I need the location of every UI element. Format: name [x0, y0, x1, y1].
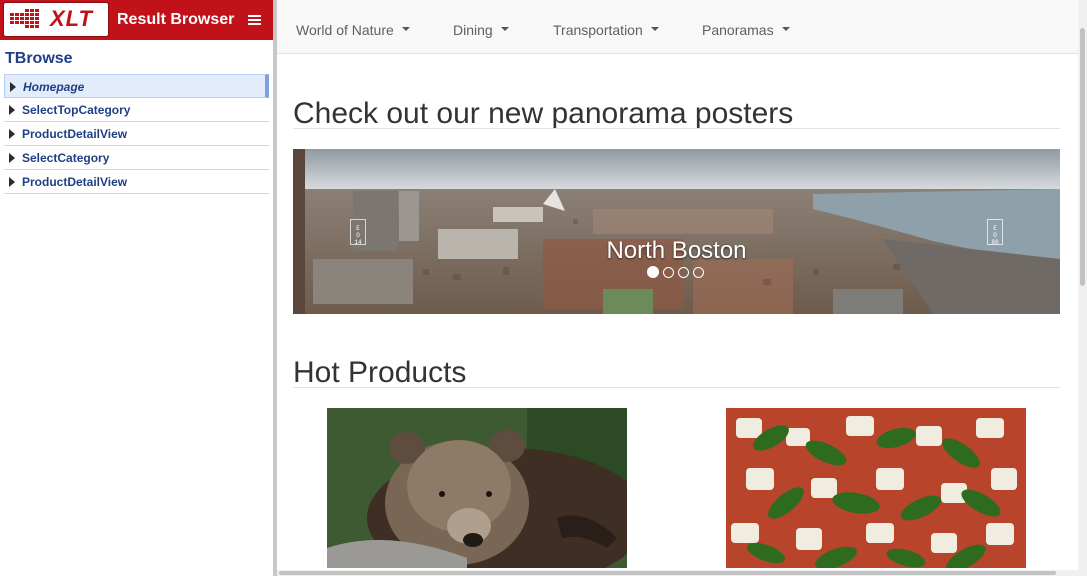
- caprese-salad-photo: [726, 408, 1026, 568]
- carousel-indicator-2[interactable]: [663, 267, 674, 278]
- tree-item-label: SelectCategory: [22, 151, 110, 165]
- vertical-scroll-thumb[interactable]: [1080, 28, 1085, 286]
- xlt-logo: XLT: [4, 3, 108, 36]
- tree-item-label: ProductDetailView: [22, 127, 128, 141]
- hamburger-menu-button[interactable]: [244, 9, 266, 31]
- tree-item-product-detail-view-2[interactable]: ProductDetailView: [4, 170, 269, 194]
- tree-item-homepage[interactable]: Homepage: [4, 74, 269, 98]
- panorama-heading: Check out our new panorama posters: [293, 97, 794, 130]
- page-preview: World of Nature Dining Transportation Pa…: [277, 0, 1087, 576]
- logo-text: XLT: [50, 6, 93, 31]
- expand-caret-icon[interactable]: [10, 82, 16, 92]
- heading-divider: [293, 128, 1060, 129]
- heading-divider: [293, 387, 1060, 388]
- tree-item-select-category[interactable]: SelectCategory: [4, 146, 269, 170]
- nav-label: Dining: [453, 22, 493, 38]
- expand-caret-icon[interactable]: [9, 105, 15, 115]
- action-tree: Homepage SelectTopCategory ProductDetail…: [4, 74, 269, 194]
- result-browser-sidebar: XLT Result Browser TBrowse Homepage Sele…: [0, 0, 274, 576]
- grizzly-bear-photo: [327, 408, 627, 568]
- hot-products-heading: Hot Products: [293, 356, 467, 389]
- expand-caret-icon[interactable]: [9, 129, 15, 139]
- vertical-scrollbar[interactable]: [1078, 0, 1087, 576]
- tree-item-label: SelectTopCategory: [22, 103, 131, 117]
- nav-label: Transportation: [553, 22, 643, 38]
- nav-panoramas[interactable]: Panoramas: [702, 22, 790, 38]
- tree-item-select-top-category[interactable]: SelectTopCategory: [4, 98, 269, 122]
- product-image-salad[interactable]: [726, 408, 1026, 568]
- product-image-bear[interactable]: [327, 408, 627, 568]
- brand-header: XLT Result Browser: [0, 0, 274, 40]
- horizontal-scroll-thumb[interactable]: [279, 571, 1056, 575]
- nav-transportation[interactable]: Transportation: [553, 22, 659, 38]
- tree-title: TBrowse: [5, 50, 73, 67]
- top-navigation-bar: World of Nature Dining Transportation Pa…: [277, 0, 1078, 54]
- hamburger-icon-bar: [248, 15, 261, 17]
- nav-label: World of Nature: [296, 22, 394, 38]
- carousel-caption: North Boston: [606, 237, 747, 264]
- dropdown-caret-icon: [781, 27, 790, 32]
- panorama-carousel[interactable]: E O 14 E O 80 North Boston: [293, 149, 1060, 314]
- nav-world-of-nature[interactable]: World of Nature: [296, 22, 410, 38]
- tree-item-label: Homepage: [23, 80, 85, 94]
- panorama-city-photo: [293, 149, 1060, 314]
- carousel-indicator-4[interactable]: [693, 267, 704, 278]
- dropdown-caret-icon: [500, 27, 509, 32]
- dropdown-caret-icon: [401, 27, 410, 32]
- hamburger-icon-bar: [248, 23, 261, 25]
- carousel-indicator-3[interactable]: [678, 267, 689, 278]
- nav-label: Panoramas: [702, 22, 774, 38]
- app-title: Result Browser: [117, 11, 235, 28]
- xlt-logo-mark-icon: [10, 9, 39, 28]
- horizontal-scrollbar[interactable]: [277, 570, 1078, 576]
- dropdown-caret-icon: [650, 27, 659, 32]
- tree-item-label: ProductDetailView: [22, 175, 128, 189]
- expand-caret-icon[interactable]: [9, 153, 15, 163]
- expand-caret-icon[interactable]: [9, 177, 15, 187]
- hamburger-icon-bar: [248, 19, 261, 21]
- tree-item-product-detail-view[interactable]: ProductDetailView: [4, 122, 269, 146]
- nav-dining[interactable]: Dining: [453, 22, 509, 38]
- carousel-indicator-1[interactable]: [647, 266, 659, 278]
